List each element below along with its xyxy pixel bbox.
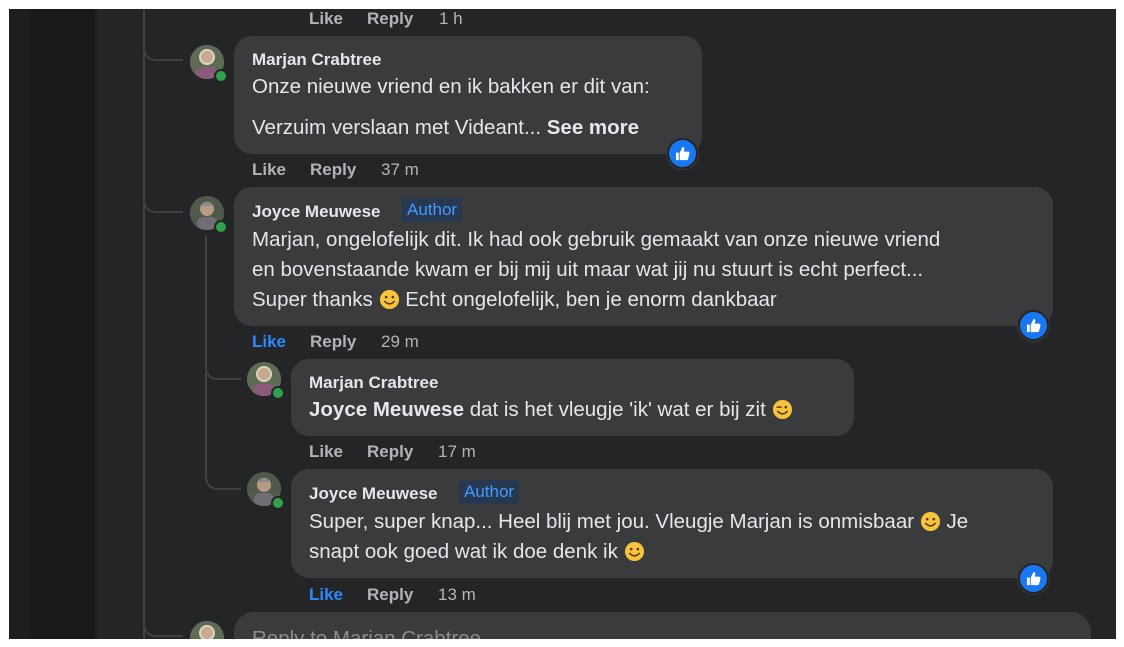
comment-bubble: Marjan Crabtree Onze nieuwe vriend en ik… [234, 36, 702, 154]
comment-text-line: Super, super knap... Heel blij met jou. … [309, 507, 968, 537]
comment-text: dat is het vleugje 'ik' wat er bij zit [469, 398, 766, 421]
online-indicator [214, 220, 228, 234]
like-button[interactable]: Like [309, 9, 343, 29]
reaction-badge[interactable] [667, 138, 698, 169]
comment-text-line: Super thanks Echt ongelofelijk, ben je e… [252, 285, 777, 315]
comment-actions: Like Reply 17 m [309, 442, 609, 464]
reply-button[interactable]: Reply [367, 9, 413, 29]
comment-bubble: Joyce Meuwese Author Super, super knap..… [291, 469, 1053, 578]
comment-actions: Like Reply 1 h [309, 9, 609, 31]
comment-actions: Like Reply 13 m [309, 585, 609, 607]
reply-input[interactable]: Reply to Marjan Crabtree [234, 612, 1091, 639]
like-button[interactable]: Like [252, 332, 286, 352]
left-column [29, 9, 95, 639]
comment-bubble: Marjan Crabtree Joyce Meuwese dat is het… [291, 359, 854, 436]
like-button[interactable]: Like [309, 442, 343, 462]
comment-text: snapt ook goed wat ik doe denk ik [309, 540, 618, 563]
comment-text: en bovenstaande kwam er bij mij uit maar… [252, 258, 924, 281]
comment-text: Verzuim verslaan met Videant... [252, 116, 542, 139]
reply-placeholder: Reply to Marjan Crabtree [252, 627, 482, 639]
comment-text-line: snapt ook goed wat ik doe denk ik [309, 537, 645, 567]
online-indicator [214, 69, 228, 83]
timestamp[interactable]: 1 h [439, 9, 463, 29]
comment-author[interactable]: Marjan Crabtree [252, 50, 381, 70]
comment-author[interactable]: Joyce Meuwese [252, 202, 381, 222]
author-badge: Author [402, 198, 463, 222]
left-edge [9, 9, 29, 639]
like-button[interactable]: Like [252, 160, 286, 180]
thread-connector [143, 45, 183, 61]
comment-bubble: Joyce Meuwese Author Marjan, ongelofelij… [234, 187, 1053, 326]
thumbs-up-icon [1026, 571, 1041, 586]
comment-text: Super thanks [252, 288, 373, 311]
online-indicator [271, 496, 285, 510]
comment-author[interactable]: Joyce Meuwese [309, 484, 438, 504]
comment-text-line: Verzuim verslaan met Videant... See more [252, 113, 639, 143]
avatar[interactable] [190, 621, 224, 639]
left-divider [95, 9, 98, 639]
comment-text: Echt ongelofelijk, ben je enorm dankbaar [405, 288, 777, 311]
comment-author[interactable]: Marjan Crabtree [309, 373, 438, 393]
timestamp[interactable]: 17 m [438, 442, 476, 462]
timestamp[interactable]: 37 m [381, 160, 419, 180]
comment-text: Super, super knap... Heel blij met jou. … [309, 510, 915, 533]
reply-button[interactable]: Reply [310, 160, 356, 180]
comment-text: Onze nieuwe vriend en ik bakken er dit v… [252, 75, 650, 98]
smile-emoji-icon [379, 289, 399, 310]
wink-emoji-icon [772, 399, 792, 420]
comment-text-line: Joyce Meuwese dat is het vleugje 'ik' wa… [309, 395, 793, 425]
author-badge: Author [459, 480, 520, 504]
thumbs-up-icon [1026, 318, 1041, 333]
thread-connector [205, 364, 241, 380]
thread-connector [143, 621, 183, 637]
comment-actions: Like Reply 29 m [252, 332, 552, 354]
comment-actions: Like Reply 37 m [252, 160, 552, 182]
reaction-badge[interactable] [1018, 563, 1049, 594]
thread-connector [205, 474, 241, 490]
mention-link[interactable]: Joyce Meuwese [309, 398, 464, 421]
thread-line-main [143, 9, 145, 639]
comment-text: Marjan, ongelofelijk dit. Ik had ook geb… [252, 228, 941, 251]
reaction-badge[interactable] [1018, 310, 1049, 341]
smile-emoji-icon [920, 511, 940, 532]
smile-emoji-icon [624, 541, 644, 562]
thread-connector [143, 197, 183, 213]
reply-button[interactable]: Reply [367, 442, 413, 462]
online-indicator [271, 386, 285, 400]
see-more-link[interactable]: See more [547, 116, 639, 139]
comment-thread-panel: Like Reply 1 h Marjan Crabtree Onze nieu… [9, 9, 1116, 639]
timestamp[interactable]: 13 m [438, 585, 476, 605]
reply-button[interactable]: Reply [310, 332, 356, 352]
thumbs-up-icon [675, 146, 690, 161]
timestamp[interactable]: 29 m [381, 332, 419, 352]
like-button[interactable]: Like [309, 585, 343, 605]
reply-button[interactable]: Reply [367, 585, 413, 605]
comment-text: Je [946, 510, 969, 533]
thread-line-nested [205, 235, 207, 479]
